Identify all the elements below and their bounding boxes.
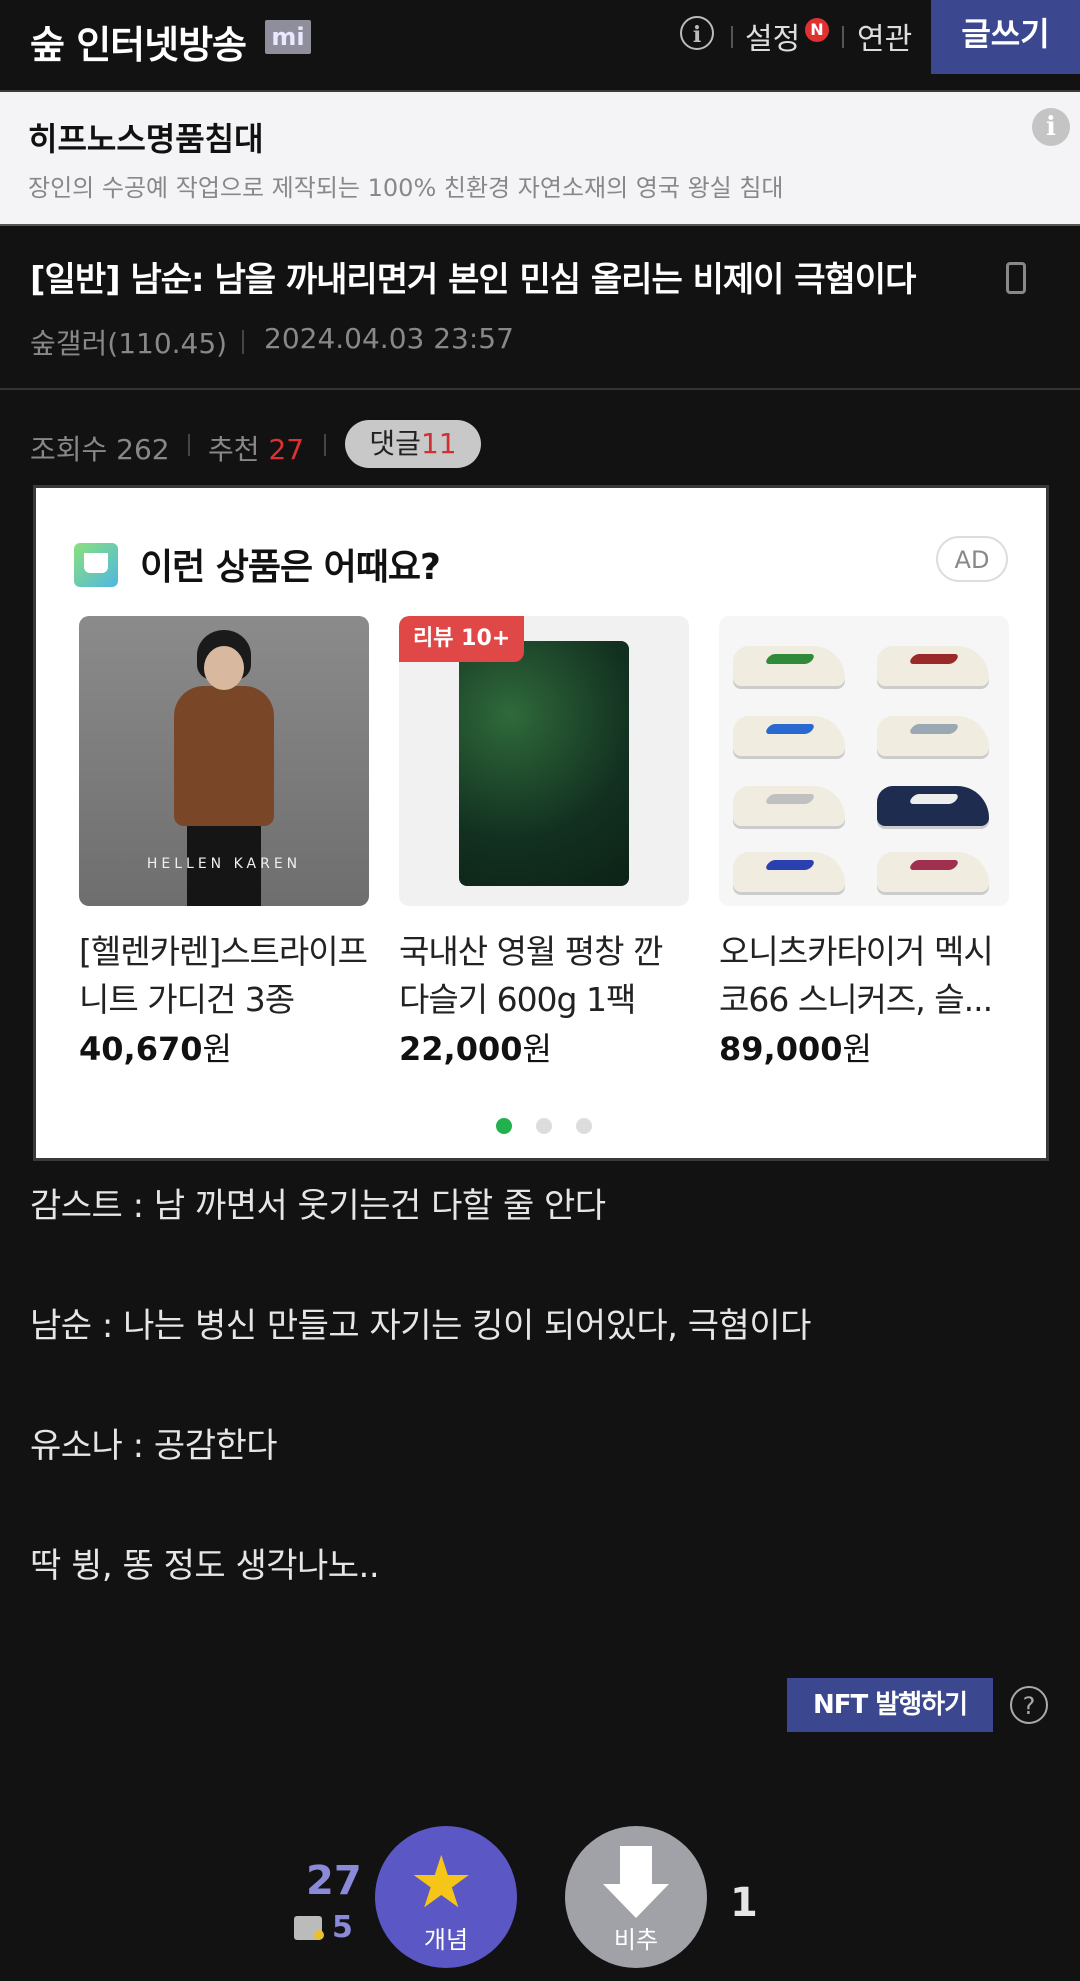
ad-title: 히프노스명품침대 — [28, 120, 264, 158]
pagination-dot[interactable] — [536, 1118, 552, 1134]
product-price: 40,670원 — [79, 1024, 369, 1070]
sneaker — [877, 646, 989, 686]
divider — [842, 26, 844, 48]
nft-issue-button[interactable]: NFT 발행하기 — [787, 1678, 993, 1732]
product-card[interactable]: 리뷰 10+ 국내산 영월 평창 깐다슬기 600g 1팩 22,000원 — [399, 616, 689, 1070]
product-name: 국내산 영월 평창 깐다슬기 600g 1팩 — [399, 928, 689, 1024]
upvote-count: 27 — [306, 1858, 362, 1904]
downvote-count: 1 — [730, 1880, 758, 1926]
ad-label[interactable]: AD — [936, 536, 1008, 582]
fixed-user-upvote-count: 5 — [332, 1910, 353, 1945]
down-arrow-icon-head — [603, 1884, 669, 1918]
fixed-user-icon — [294, 1916, 324, 1940]
view-count: 조회수 262 — [30, 433, 170, 466]
mobile-icon — [1006, 262, 1026, 294]
product-price: 89,000원 — [719, 1024, 1009, 1070]
comments-button[interactable]: 댓글11 — [345, 420, 481, 468]
top-header: 숲 인터넷방송 mi i 설정 N 연관 글쓰기 — [0, 0, 1080, 92]
ad-description: 장인의 수공예 작업으로 제작되는 100% 친환경 자연소재의 영국 왕실 침… — [28, 174, 784, 202]
price-currency: 원 — [202, 1030, 232, 1068]
down-arrow-icon — [620, 1846, 652, 1886]
model-jacket — [174, 686, 274, 826]
sneaker — [733, 852, 845, 892]
shopping-bag-icon — [74, 543, 118, 587]
image-brand-text: HELLEN KAREN — [146, 856, 302, 872]
sneaker — [733, 646, 845, 686]
write-button[interactable]: 글쓰기 — [931, 0, 1080, 74]
ad-banner[interactable]: 히프노스명품침대 장인의 수공예 작업으로 제작되는 100% 친환경 자연소재… — [0, 92, 1080, 226]
product-ad-content: 이런 상품은 어때요? AD HELLEN KAREN [헬렌카렌]스트라이프니… — [36, 498, 1046, 1154]
ad-info-icon[interactable]: i — [1032, 108, 1070, 146]
pagination-dot-active[interactable] — [496, 1118, 512, 1134]
divider — [188, 434, 190, 456]
section-divider — [0, 388, 1080, 390]
product-name-line: [헬렌카렌]스트라이프 — [79, 932, 368, 971]
help-icon[interactable]: ? — [1010, 1686, 1048, 1724]
divider — [324, 434, 326, 456]
product-card[interactable]: 오니츠카타이거 멕시코66 스니커즈, 슬... 89,000원 — [719, 616, 1009, 1070]
product-name: [헬렌카렌]스트라이프니트 가디건 3종 — [79, 928, 369, 1024]
product-name: 오니츠카타이거 멕시코66 스니커즈, 슬... — [719, 928, 1009, 1024]
model-face — [204, 646, 244, 690]
product-name-line: 니트 가디건 3종 — [79, 980, 295, 1019]
recommend-label: 추천 — [208, 433, 260, 466]
post-author[interactable]: 숲갤러(110.45) — [30, 322, 227, 362]
post-body-line: 유소나 : 공감한다 — [30, 1426, 278, 1466]
product-ad-heading: 이런 상품은 어때요? — [140, 547, 441, 588]
price-value: 40,670 — [79, 1030, 203, 1068]
divider — [731, 26, 733, 48]
minor-gallery-badge: mi — [265, 20, 311, 54]
sneaker — [877, 852, 989, 892]
review-badge: 리뷰 10+ — [399, 616, 525, 662]
post-body-line: 남순 : 나는 병신 만들고 자기는 킹이 되어있다, 극혐이다 — [30, 1306, 811, 1346]
divider — [242, 330, 244, 354]
product-price: 22,000원 — [399, 1024, 689, 1070]
product-ad-box: 이런 상품은 어때요? AD HELLEN KAREN [헬렌카렌]스트라이프니… — [33, 485, 1049, 1161]
downvote-label: 비추 — [613, 1926, 659, 1954]
product-image-cardigan[interactable]: HELLEN KAREN — [79, 616, 369, 906]
sneaker — [877, 716, 989, 756]
product-name-line: 오니츠카타이거 멕시 — [719, 932, 994, 971]
comments-count: 11 — [420, 427, 457, 460]
downvote-button[interactable]: 비추 — [565, 1826, 707, 1968]
pagination-dot[interactable] — [576, 1118, 592, 1134]
info-icon[interactable]: i — [680, 16, 714, 50]
product-name-line: 코66 스니커즈, 슬... — [719, 980, 993, 1019]
product-bag — [459, 641, 629, 886]
gallery-title[interactable]: 숲 인터넷방송 — [30, 14, 247, 69]
product-image-sneakers[interactable] — [719, 616, 1009, 906]
price-currency: 원 — [842, 1030, 872, 1068]
sneaker — [733, 716, 845, 756]
star-icon: ★ — [409, 1840, 474, 1924]
post-title: [일반] 남순: 남을 까내리면거 본인 민심 올리는 비제이 극혐이다 — [30, 260, 916, 300]
comments-label: 댓글 — [369, 427, 421, 460]
post-body-line: 감스트 : 남 까면서 웃기는건 다할 줄 안다 — [30, 1186, 606, 1226]
related-link[interactable]: 연관 — [857, 14, 912, 58]
upvote-button[interactable]: ★ 개념 — [375, 1826, 517, 1968]
price-value: 89,000 — [719, 1030, 843, 1068]
recommend-number: 27 — [268, 433, 305, 466]
post-date: 2024.04.03 23:57 — [264, 322, 514, 355]
sneaker — [877, 786, 989, 826]
product-name-line: 다슬기 600g 1팩 — [399, 980, 636, 1019]
post-body-line: 딱 뷩, 똥 정도 생각나노.. — [30, 1546, 380, 1586]
product-image-snails[interactable]: 리뷰 10+ — [399, 616, 689, 906]
product-card[interactable]: HELLEN KAREN [헬렌카렌]스트라이프니트 가디건 3종 40,670… — [79, 616, 369, 1070]
upvote-label: 개념 — [423, 1926, 469, 1954]
new-badge: N — [805, 18, 829, 42]
recommend-count: 추천 27 — [208, 428, 304, 468]
sneaker — [733, 786, 845, 826]
settings-link[interactable]: 설정 — [745, 14, 800, 58]
product-name-line: 국내산 영월 평창 깐 — [399, 932, 663, 971]
price-currency: 원 — [522, 1030, 552, 1068]
price-value: 22,000 — [399, 1030, 523, 1068]
